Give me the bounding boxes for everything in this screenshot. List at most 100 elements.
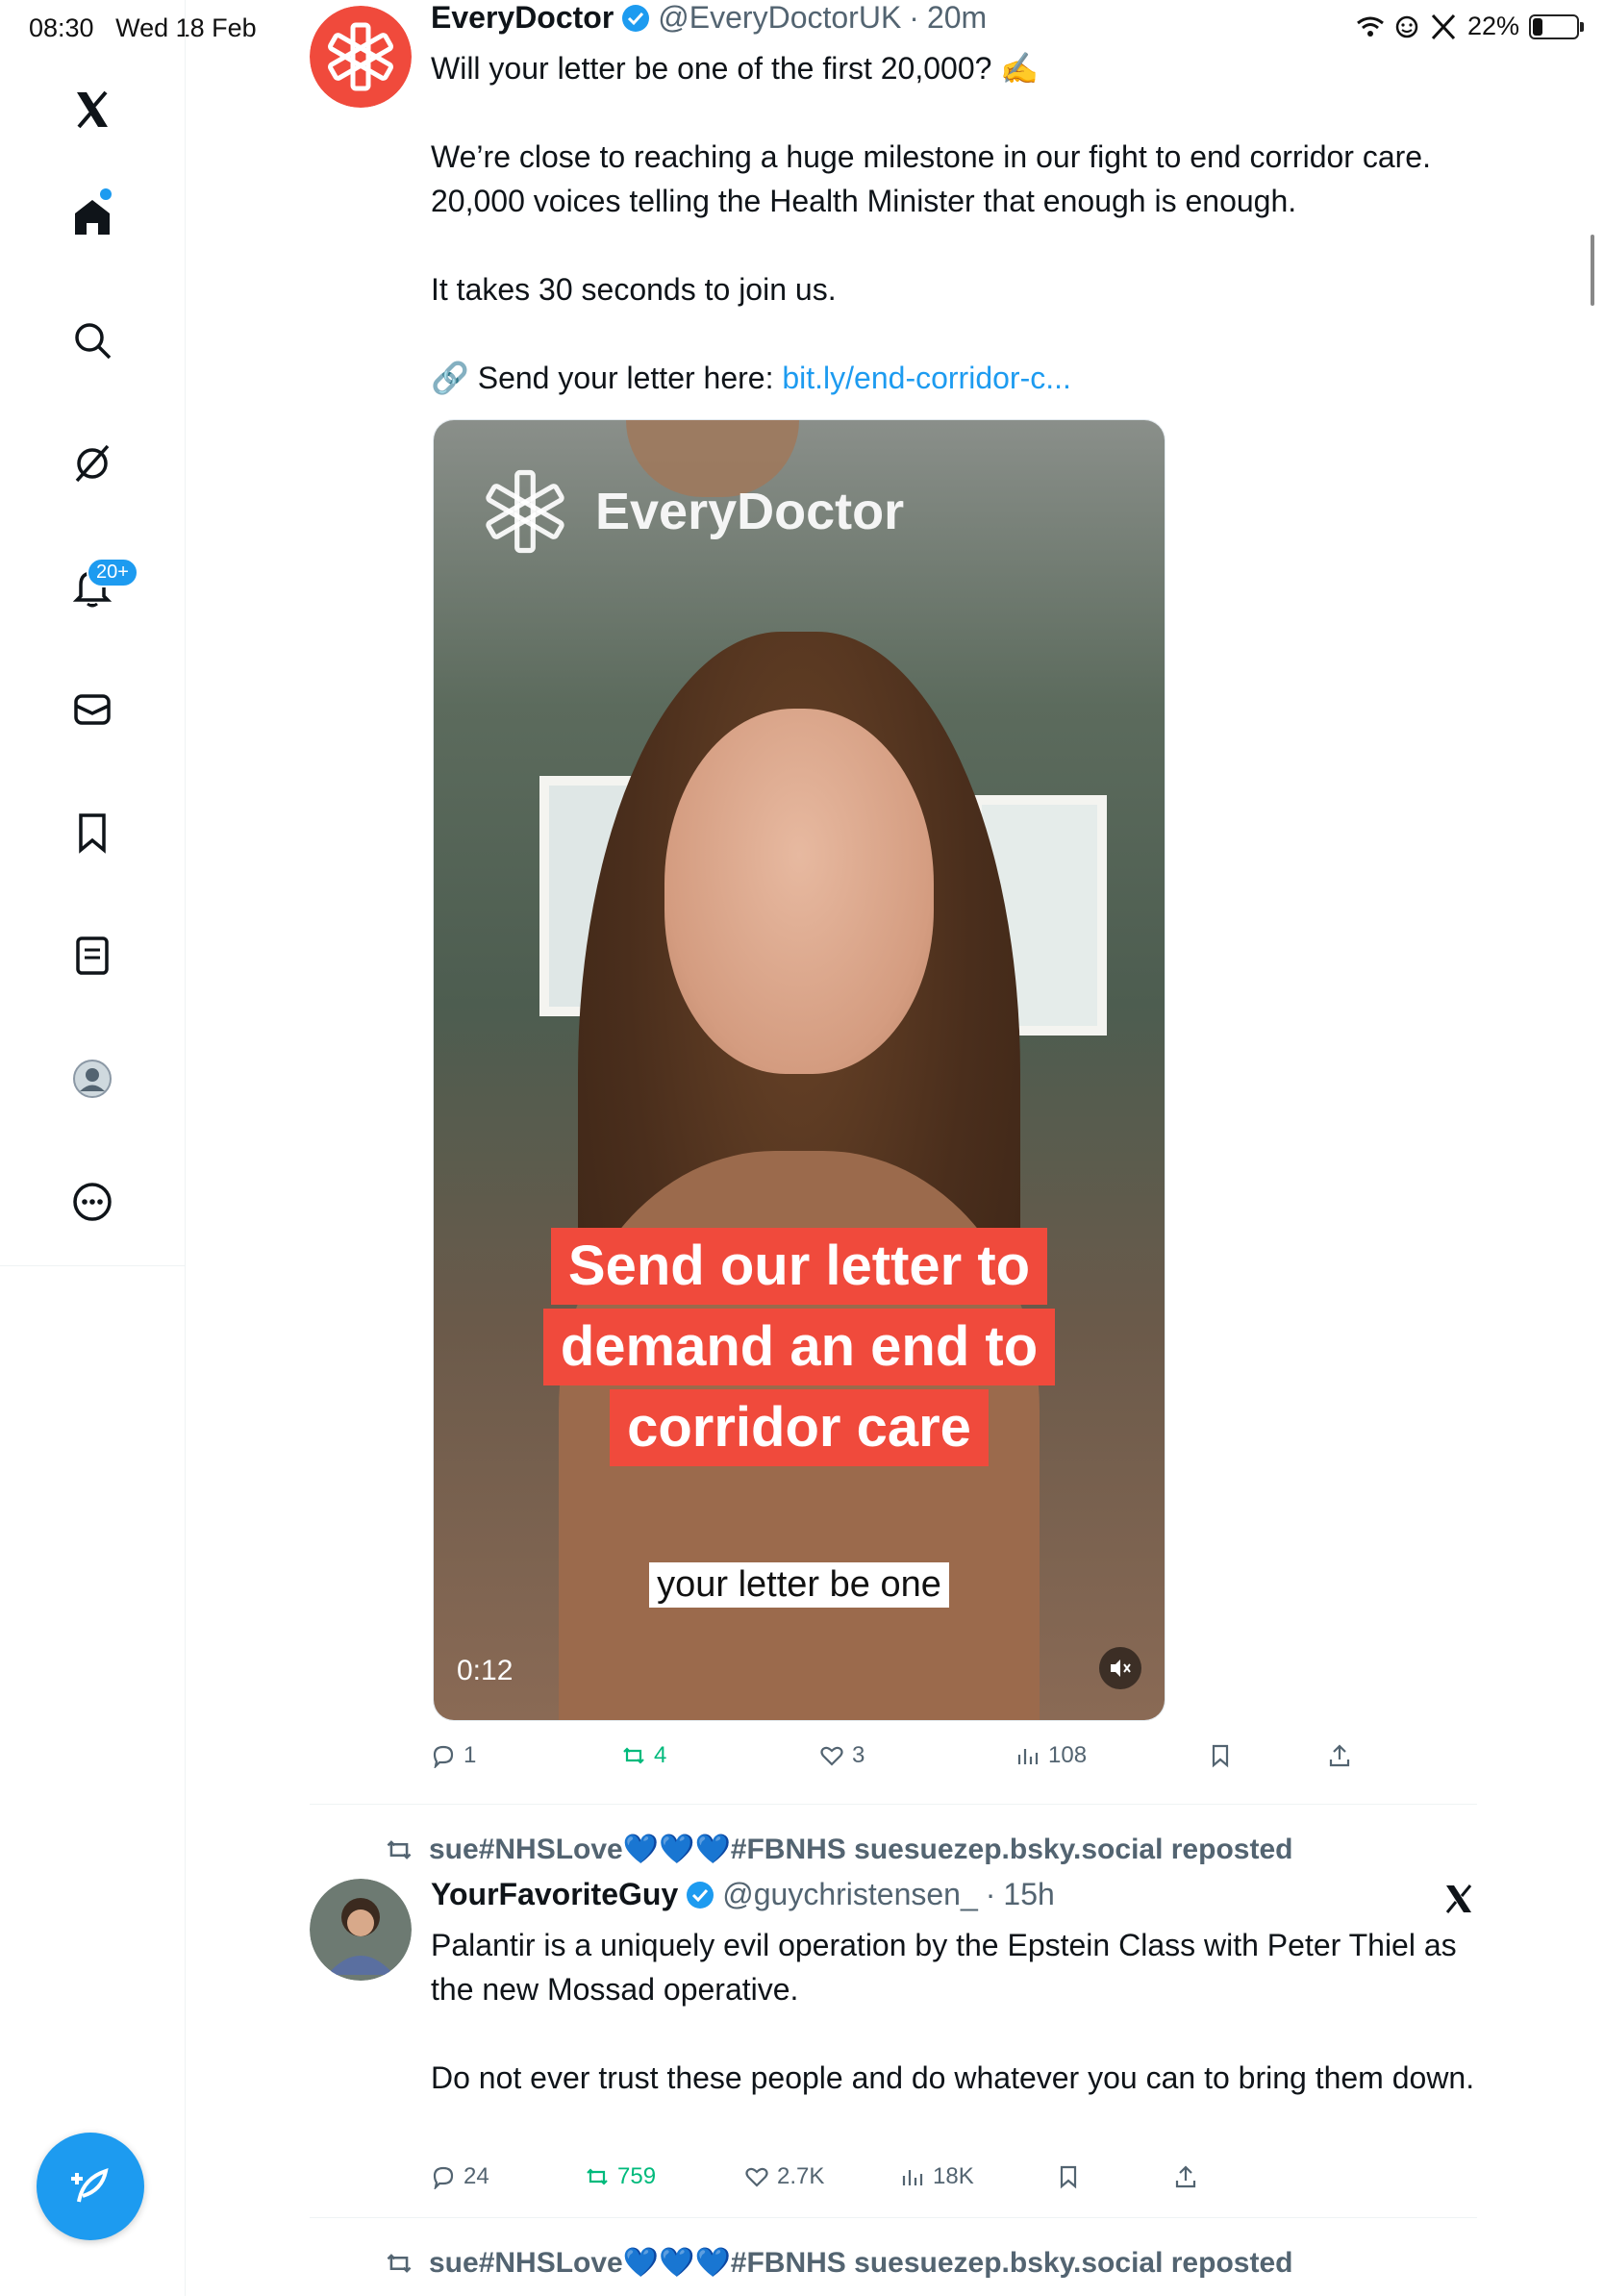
views-button[interactable]: 108 <box>1015 1742 1087 1769</box>
heart-icon <box>820 1746 843 1766</box>
tweet-divider <box>310 1804 1477 1805</box>
repost-icon <box>623 1747 644 1764</box>
tweet-link[interactable]: bit.ly/end-corridor-c... <box>782 361 1071 395</box>
lists-icon[interactable] <box>62 925 123 986</box>
subtitle-text: your letter be one <box>649 1562 949 1608</box>
reply-button[interactable]: 1 <box>431 1742 476 1769</box>
mute-button[interactable] <box>1099 1647 1141 1689</box>
views-button[interactable]: 18K <box>900 2163 974 2190</box>
scrollbar[interactable] <box>1591 235 1594 306</box>
tweet-paragraph: Do not ever trust these people and do wh… <box>431 2060 1475 2095</box>
watermark-text: EveryDoctor <box>595 483 905 540</box>
share-icon <box>1175 2165 1196 2188</box>
profile-icon[interactable] <box>62 1048 123 1110</box>
video-subtitle: your letter be one <box>434 1562 1165 1608</box>
person-face <box>664 709 934 1074</box>
caption-line: Send our letter to <box>550 1228 1048 1305</box>
repost-context: sue#NHSLove💙💙💙#FBNHS suesuezep.bsky.soci… <box>383 2246 1292 2280</box>
bookmarks-icon[interactable] <box>62 802 123 863</box>
reply-icon <box>433 2166 454 2189</box>
reply-count: 24 <box>464 2163 489 2189</box>
tweet-video[interactable]: EveryDoctor Send our letter to demand an… <box>433 419 1165 1721</box>
compose-icon <box>71 2168 109 2203</box>
x-source-icon <box>1445 1884 1472 1913</box>
tweet-time[interactable]: 15h <box>1003 1877 1054 1912</box>
views-icon <box>1017 1749 1039 1764</box>
status-indicators: 22% <box>1356 12 1584 41</box>
reposted-by-text[interactable]: sue#NHSLove💙💙💙#FBNHS suesuezep.bsky.soci… <box>429 1833 1292 1866</box>
reply-icon <box>433 1745 454 1768</box>
repost-count: 4 <box>654 1742 667 1768</box>
reply-button[interactable]: 24 <box>431 2163 489 2190</box>
sidebar-nav: 20+ <box>0 0 186 2296</box>
more-icon[interactable] <box>62 1171 123 1233</box>
compose-button[interactable] <box>37 2133 144 2240</box>
share-icon <box>1329 1744 1350 1767</box>
repost-icon <box>387 2253 412 2273</box>
muted-speaker-icon <box>1111 1660 1131 1677</box>
author-name[interactable]: YourFavoriteGuy <box>431 1877 678 1912</box>
bookmark-button[interactable] <box>1208 1743 1233 1768</box>
home-unread-dot <box>100 188 112 200</box>
tweet-paragraph: It takes 30 seconds to join us. <box>431 272 837 307</box>
video-caption: Send our letter to demand an end to corr… <box>434 1228 1165 1470</box>
verified-badge-icon <box>622 4 650 32</box>
repost-context: sue#NHSLove💙💙💙#FBNHS suesuezep.bsky.soci… <box>383 1833 1292 1866</box>
x-logo-icon[interactable] <box>62 79 123 140</box>
battery-level <box>1533 17 1542 36</box>
repost-button[interactable]: 4 <box>621 1742 666 1769</box>
reply-count: 1 <box>464 1742 477 1768</box>
bookmark-button[interactable] <box>1056 2164 1081 2189</box>
repost-icon <box>387 1839 412 1859</box>
share-button[interactable] <box>1327 1743 1352 1768</box>
tweet-2-header: YourFavoriteGuy @guychristensen_ · 15h <box>431 1877 1055 1912</box>
grok-icon[interactable] <box>62 433 123 494</box>
battery-percent: 22% <box>1466 12 1519 40</box>
tweet-2-text: Palantir is a uniquely evil operation by… <box>431 1923 1479 2100</box>
caption-line: corridor care <box>610 1389 989 1466</box>
video-watermark: EveryDoctor <box>472 459 904 564</box>
tweet-1-actions: 1 4 3 108 <box>431 1738 1392 1773</box>
focus-icon <box>1395 15 1418 37</box>
everydoctor-avatar[interactable] <box>310 6 412 108</box>
bookmark-icon <box>1060 2165 1077 2189</box>
yourfavoriteguy-avatar[interactable] <box>310 1879 412 1981</box>
video-timecode: 0:12 <box>457 1655 514 1686</box>
like-count: 3 <box>852 1742 865 1768</box>
tweet-paragraph: Palantir is a uniquely evil operation by… <box>431 1928 1457 2007</box>
bookmark-icon <box>1212 1744 1229 1768</box>
like-button[interactable]: 2.7K <box>744 2163 824 2190</box>
tweet-divider <box>310 2217 1477 2218</box>
wifi-icon <box>1357 16 1384 37</box>
tweet-paragraph: Will your letter be one of the first 20,… <box>431 51 1040 86</box>
like-button[interactable]: 3 <box>819 1742 865 1769</box>
everydoctor-logo-icon <box>486 469 564 554</box>
tweet-1-header: EveryDoctor @EveryDoctorUK · 20m <box>431 0 988 36</box>
like-count: 2.7K <box>777 2163 825 2189</box>
author-handle[interactable]: @EveryDoctorUK <box>658 0 901 36</box>
battery-icon <box>1529 13 1584 39</box>
x-app-icon <box>1431 13 1456 39</box>
repost-icon <box>587 2168 608 2185</box>
tweet-time[interactable]: 20m <box>927 0 987 36</box>
link-prefix: 🔗 Send your letter here: <box>431 361 783 395</box>
tweet-paragraph: We’re close to reaching a huge milestone… <box>431 139 1431 218</box>
tweet-link-line: 🔗 Send your letter here: bit.ly/end-corr… <box>431 356 1469 400</box>
messages-icon[interactable] <box>62 679 123 740</box>
views-count: 18K <box>933 2163 974 2189</box>
tweet-2-actions: 24 759 2.7K 18K <box>431 2159 1392 2194</box>
reposted-by-text[interactable]: sue#NHSLove💙💙💙#FBNHS suesuezep.bsky.soci… <box>429 2246 1292 2280</box>
search-icon[interactable] <box>62 310 123 371</box>
repost-button[interactable]: 759 <box>585 2163 656 2190</box>
caption-line: demand an end to <box>542 1309 1056 1385</box>
heart-icon <box>745 2167 768 2187</box>
verified-badge-icon <box>687 1881 714 1909</box>
views-icon <box>902 2170 923 2185</box>
home-icon[interactable] <box>62 187 123 248</box>
views-count: 108 <box>1048 1742 1088 1768</box>
author-name[interactable]: EveryDoctor <box>431 0 614 36</box>
tweet-1-text: Will your letter be one of the first 20,… <box>431 46 1469 400</box>
author-handle[interactable]: @guychristensen_ <box>722 1877 978 1912</box>
share-button[interactable] <box>1173 2164 1198 2189</box>
notifications-badge: 20+ <box>87 558 138 587</box>
